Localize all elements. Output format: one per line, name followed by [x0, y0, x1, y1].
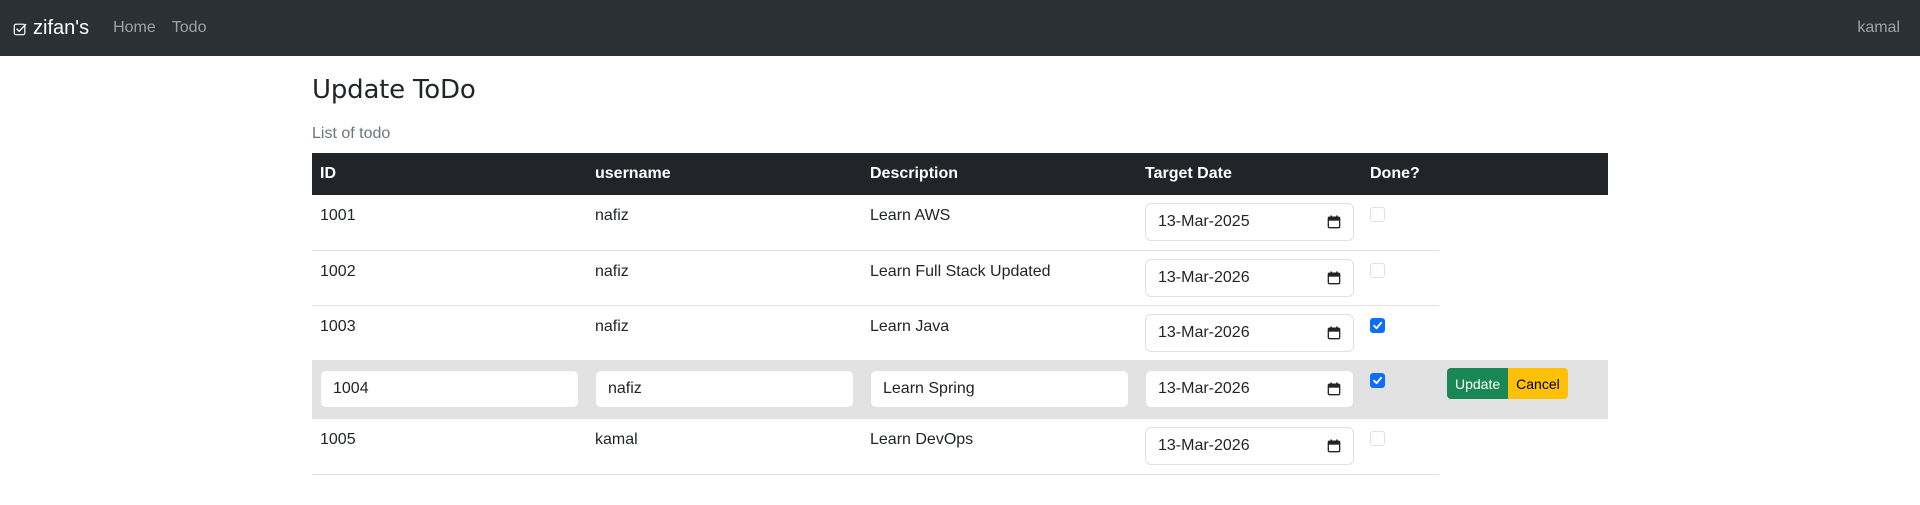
cell-id: 1004	[312, 360, 587, 419]
header-target-date: Target Date	[1137, 153, 1362, 195]
header-id: ID	[312, 153, 587, 195]
cell-actions	[1439, 419, 1608, 474]
done-checkbox[interactable]	[1370, 317, 1385, 333]
description-input[interactable]: Learn Spring	[870, 369, 1129, 408]
header-description: Description	[862, 153, 1137, 195]
cell-description: Learn Java	[862, 305, 1137, 361]
edit-actions: Update Cancel	[1447, 368, 1600, 399]
table-header-row: ID username Description Target Date Done…	[312, 153, 1608, 195]
done-checkbox[interactable]	[1370, 431, 1385, 446]
checkmark-icon	[1373, 321, 1383, 329]
done-checkbox[interactable]	[1370, 372, 1385, 388]
calendar-icon[interactable]	[1327, 325, 1341, 340]
target-date-input[interactable]: 13-Mar-2026	[1145, 313, 1354, 352]
header-actions	[1439, 153, 1608, 195]
cell-description: Learn DevOps	[862, 419, 1137, 475]
cell-target-date: 13-Mar-2026	[1137, 250, 1362, 306]
cell-actions	[1439, 195, 1608, 250]
cell-done	[1362, 195, 1439, 251]
cell-username: nafiz	[587, 250, 862, 306]
brand-link[interactable]: zifan's	[13, 17, 89, 40]
page-title: Update ToDo	[312, 75, 476, 105]
header-done: Done?	[1362, 153, 1439, 195]
target-date-value: 13-Mar-2025	[1158, 213, 1250, 230]
cell-description: Learn Full Stack Updated	[862, 250, 1137, 306]
cell-done	[1362, 419, 1439, 475]
navbar: zifan's Home Todo kamal	[0, 0, 1920, 56]
cell-actions	[1439, 250, 1608, 305]
target-date-value: 13-Mar-2026	[1158, 323, 1250, 341]
cell-actions: Update Cancel	[1439, 360, 1608, 419]
cell-id: 1001	[312, 195, 587, 251]
cell-done	[1362, 305, 1439, 361]
target-date-input[interactable]: 13-Mar-2026	[1145, 427, 1354, 465]
table-row: 1005 kamal Learn DevOps 13-Mar-2026	[312, 419, 1608, 475]
cell-id: 1003	[312, 305, 587, 361]
cell-id: 1002	[312, 250, 587, 306]
checkmark-icon	[1373, 376, 1383, 384]
target-date-input[interactable]: 13-Mar-2026	[1145, 258, 1354, 297]
cancel-button[interactable]: Cancel	[1508, 368, 1568, 399]
cell-target-date: 13-Mar-2025	[1137, 195, 1362, 251]
table-row-editing: 1004 nafiz Learn Spring 13-Mar-2026 Upda…	[312, 360, 1608, 419]
calendar-icon[interactable]	[1327, 381, 1341, 396]
cell-username: nafiz	[587, 195, 862, 251]
todo-table: ID username Description Target Date Done…	[312, 153, 1608, 475]
check-square-icon	[13, 23, 27, 36]
page-subtitle: List of todo	[312, 125, 391, 142]
done-checkbox[interactable]	[1370, 262, 1385, 278]
cell-username: nafiz	[587, 305, 862, 361]
cell-done	[1362, 250, 1439, 306]
table-row: 1003 nafiz Learn Java 13-Mar-2026	[312, 305, 1608, 361]
calendar-icon[interactable]	[1327, 215, 1341, 229]
cell-description: Learn AWS	[862, 195, 1137, 251]
cell-description: Learn Spring	[862, 360, 1137, 419]
target-date-value: 13-Mar-2026	[1158, 268, 1250, 286]
cell-target-date: 13-Mar-2026	[1137, 305, 1362, 361]
nav-todo-link[interactable]: Todo	[172, 19, 207, 37]
target-date-input[interactable]: 13-Mar-2025	[1145, 203, 1354, 241]
cell-id: 1005	[312, 419, 587, 475]
done-checkbox[interactable]	[1370, 207, 1385, 222]
brand-name: zifan's	[33, 16, 90, 39]
nav-home-link[interactable]: Home	[113, 19, 156, 37]
target-date-input[interactable]: 13-Mar-2026	[1145, 369, 1354, 408]
table-row: 1002 nafiz Learn Full Stack Updated 13-M…	[312, 250, 1608, 306]
update-button[interactable]: Update	[1447, 368, 1509, 399]
cell-target-date: 13-Mar-2026	[1137, 360, 1362, 419]
username-input[interactable]: nafiz	[595, 369, 854, 408]
header-username: username	[587, 153, 862, 195]
cell-username: nafiz	[587, 360, 862, 419]
cell-target-date: 13-Mar-2026	[1137, 419, 1362, 475]
cell-actions	[1439, 305, 1608, 360]
cell-username: kamal	[587, 419, 862, 475]
target-date-value: 13-Mar-2026	[1158, 437, 1250, 454]
cell-done	[1362, 360, 1439, 419]
target-date-value: 13-Mar-2026	[1158, 379, 1250, 397]
nav-username[interactable]: kamal	[1857, 19, 1900, 37]
calendar-icon[interactable]	[1327, 270, 1341, 285]
id-input[interactable]: 1004	[320, 369, 579, 408]
calendar-icon[interactable]	[1327, 439, 1341, 453]
table-row: 1001 nafiz Learn AWS 13-Mar-2025	[312, 195, 1608, 251]
